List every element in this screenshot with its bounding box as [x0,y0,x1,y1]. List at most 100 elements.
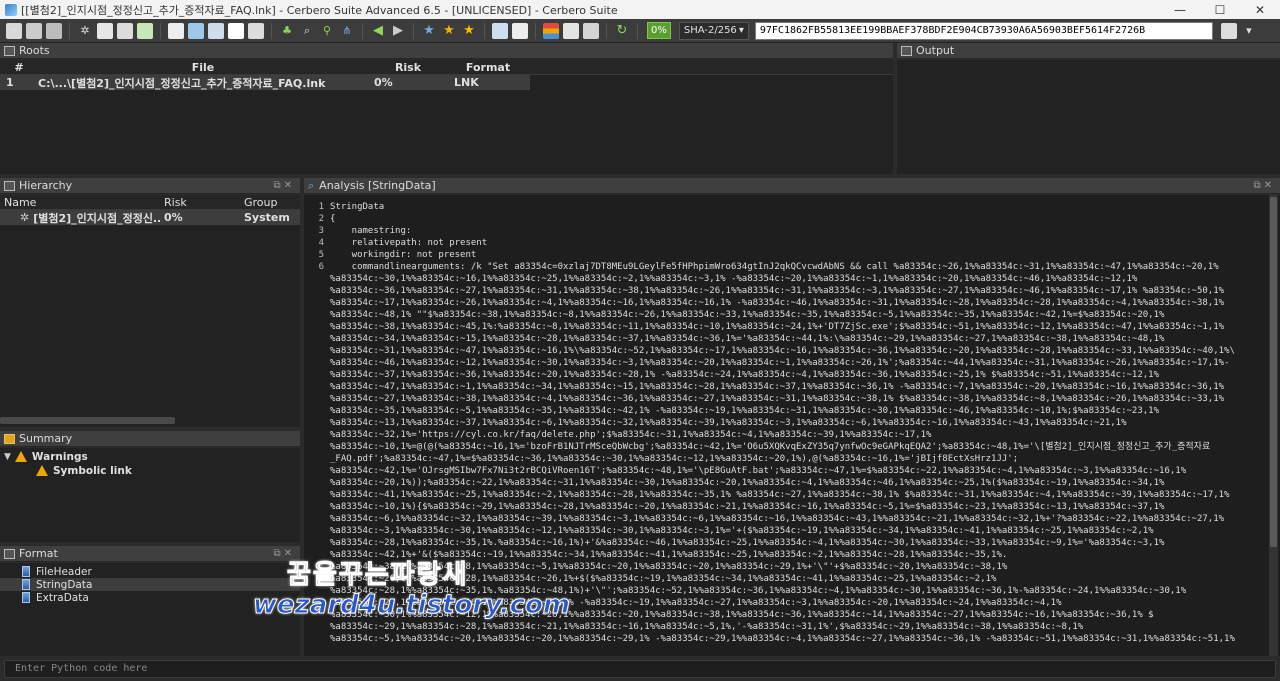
window-icon[interactable] [168,22,184,39]
expand-arrow-icon[interactable]: ▼ [4,452,11,462]
blank-window-icon[interactable] [228,22,244,39]
color-bars-icon[interactable] [543,22,559,39]
code-line: %a83354c:~38,1%%a83354c:~8,1%%a83354c:~5… [330,562,1008,572]
analysis-code-lines: StringData { namestring: relativepath: no… [330,201,1235,645]
line-number [304,549,324,561]
analysis-vscroll-thumb[interactable] [1270,197,1277,547]
bookmark-list-icon[interactable]: ★ [461,23,477,39]
hierarchy-hscroll-thumb[interactable] [0,417,175,424]
roots-row-file: C:\...\[별첨2]_인지시점_정정신고_추가_증적자료_FAQ.lnk [38,76,326,90]
hierarchy-col-group[interactable]: Group [240,196,300,209]
split-view-icon[interactable] [248,22,264,39]
hierarchy-icon[interactable]: ⋔ [339,23,355,39]
hash-algorithm-select[interactable]: SHA-2/256 ▾ [678,21,749,40]
line-number [304,381,324,393]
panel-icon[interactable] [188,22,204,39]
warning-icon [36,465,48,476]
roots-row[interactable]: 1 C:\...\[별첨2]_인지시점_정정신고_추가_증적자료_FAQ.lnk… [0,75,530,90]
bookmark-icon[interactable]: ★ [441,23,457,39]
line-number [304,525,324,537]
dropdown-icon[interactable]: ▾ [1241,23,1257,39]
roots-row-risk: 0% [374,76,393,89]
code-line: %a83354c:~31,1%%a83354c:~47,1%%a83354c:~… [330,346,1235,356]
bookmark-add-icon[interactable]: ★ [421,23,437,39]
code-line: %a83354c:~41,1%%a83354c:~25,1%%a83354c:~… [330,490,1230,500]
code-line: %a83354c:~38,1%%a83354c:~45,1%:%a83354c:… [330,322,1225,332]
analysis-code-area[interactable]: 1 2 3 4 5 6 StringData { namestring: relativep… [304,201,1270,656]
roots-col-format[interactable]: Format [448,61,528,74]
magnifier-icon[interactable]: ⌕ [299,23,315,39]
save-file-icon[interactable] [46,22,62,39]
arrow-left-icon[interactable]: ◀ [370,23,386,39]
hierarchy-col-name[interactable]: Name [0,196,160,209]
roots-col-risk[interactable]: Risk [368,61,448,74]
gear-icon[interactable]: ✲ [77,23,93,39]
copy-icon[interactable] [1220,22,1237,39]
roots-panel-header: Roots [0,43,893,59]
roots-row-format: LNK [454,76,479,89]
line-number [304,417,324,429]
panel-float-close-icon[interactable]: ⧉✕ [1253,180,1275,191]
code-line: %a83354c:~13,1%%a83354c:~37,1%%a83354c:~… [330,418,1127,428]
format-item-label: ExtraData [36,591,89,604]
summary-warnings-node[interactable]: ▼ Warnings [0,450,300,463]
python-input[interactable]: Enter Python code here [4,660,1276,678]
output-panel[interactable] [897,60,1280,174]
line-number [304,285,324,297]
code-line: %a83354c:~10,1%=@(@(%a83354c:~16,1%='bzo… [330,442,1211,452]
minimize-button[interactable]: — [1160,3,1200,17]
summary-icon [4,433,15,444]
toolbar-separator [413,22,414,39]
format-item-fileheader[interactable]: FileHeader [0,565,300,578]
line-number [304,309,324,321]
roots-col-num[interactable]: # [0,61,38,74]
hierarchy-row[interactable]: ✲ [별첨2]_인지시점_정정신... 0% System [0,210,300,225]
roots-col-file[interactable]: File [38,61,368,74]
toolbar-separator [160,22,161,39]
analysis-vscroll[interactable] [1269,195,1278,656]
line-number [304,273,324,285]
hash-value-field[interactable]: 97FC1862FB55813EE199BBAEF378BDF2E904CB73… [754,21,1213,40]
new-file-icon[interactable]: ▾ [6,22,22,39]
filter-icon[interactable]: ⚲ [319,23,335,39]
code-line: %a83354c:~34,1%%a83354c:~15,1%%a83354c:~… [330,334,1165,344]
analysis-text-view[interactable]: 1 2 3 4 5 6 StringData { namestring: relativep… [304,195,1280,656]
summary-warnings-label: Warnings [31,450,88,463]
toolbar-separator [484,22,485,39]
summary-item[interactable]: Symbolic link [0,464,300,477]
report-icon[interactable] [137,22,153,39]
roots-panel-title: Roots [19,44,50,57]
hierarchy-row-group: System [244,211,290,224]
app-icon [5,3,17,16]
export-icon[interactable] [117,22,133,39]
line-number [304,585,324,597]
format-item-stringdata[interactable]: StringData [0,578,300,591]
panel-float-close-icon[interactable]: ⧉✕ [273,548,295,559]
open-file-icon[interactable] [26,22,42,39]
arrow-right-icon[interactable]: ▶ [390,23,406,39]
window-title: [[별첨2]_인지시점_정정신고_추가_증적자료_FAQ.lnk] - Cerb… [21,3,618,17]
document-icon[interactable] [97,22,113,39]
roots-icon [4,45,15,56]
gear-icon: ✲ [20,211,30,224]
refresh-icon[interactable]: ↻ [614,23,630,39]
structure-icon [22,592,30,603]
hierarchy-col-risk[interactable]: Risk [160,196,240,209]
calculator-icon[interactable] [583,22,599,39]
maximize-button[interactable]: ☐ [1200,3,1240,17]
panel-float-close-icon[interactable]: ⧉✕ [273,180,295,191]
notes-icon[interactable] [492,22,508,39]
code-line: %a83354c:~27,1%%a83354c:~38,1%%a83354c:~… [330,394,1225,404]
code-line: %a83354c:~42,1%+'&($%a83354c:~19,1%%a833… [330,550,1008,560]
tree-icon[interactable]: ♣ [279,23,295,39]
line-number [304,489,324,501]
close-button[interactable]: ✕ [1240,3,1280,17]
roots-row-num: 1 [6,76,14,89]
code-line: %a83354c:~32,1%='https://cyl.co.kr/faq/d… [330,430,932,440]
line-number [304,633,324,645]
page-icon[interactable] [512,22,528,39]
list-icon[interactable] [563,22,579,39]
layout-icon[interactable] [208,22,224,39]
format-item-extradata[interactable]: ExtraData [0,591,300,604]
toolbar-separator [362,22,363,39]
